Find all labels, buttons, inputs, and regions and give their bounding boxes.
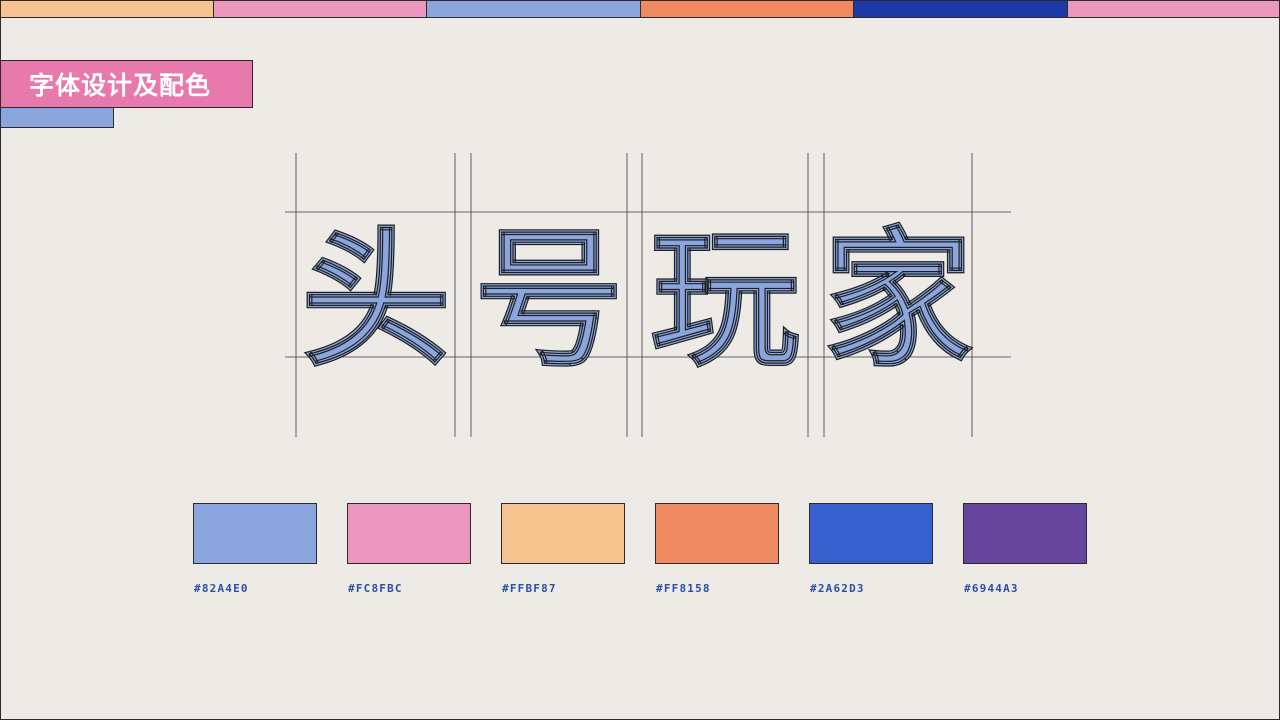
logo-char: 家 xyxy=(823,214,973,388)
logo-char: 号 xyxy=(474,214,624,388)
logo-glyphs: 头 号 玩 家 xyxy=(300,213,973,388)
logo-svg: 头 号 玩 家 xyxy=(285,153,1011,437)
logo-construction: 头 号 玩 家 xyxy=(0,0,1280,720)
logo-char: 玩 xyxy=(650,214,800,388)
logo-char: 头 xyxy=(301,214,451,388)
